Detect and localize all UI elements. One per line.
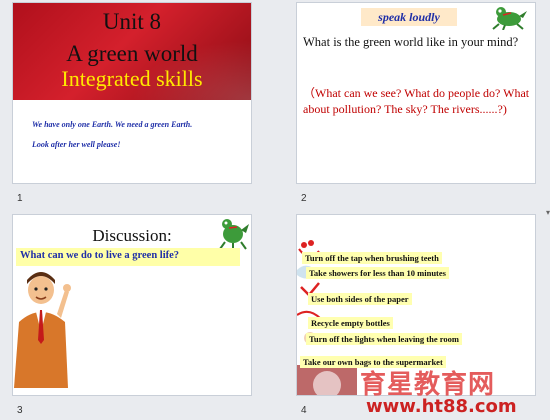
slide-number: 3 bbox=[17, 405, 23, 416]
slide-prompts: （What can we see? What do people do? Wha… bbox=[303, 86, 530, 116]
slide-header: speak loudly bbox=[361, 8, 457, 26]
slide-number: 4 bbox=[301, 405, 307, 416]
teacher-illustration bbox=[13, 270, 71, 395]
tip-item: Recycle empty bottles bbox=[308, 317, 393, 329]
tip-item: Use both sides of the paper bbox=[308, 293, 412, 305]
slide-question: What can we do to live a green life? bbox=[20, 250, 180, 261]
slide-number: 2 bbox=[301, 193, 307, 204]
watermark-url: www.ht88.com bbox=[366, 396, 517, 417]
slide-title-unit: Unit 8 bbox=[102, 9, 162, 34]
slide-thumbnail-2[interactable]: speak loudly What is the green world lik… bbox=[297, 3, 535, 183]
slide-text-line: Look after her well please! bbox=[32, 140, 121, 149]
slide-thumbnail-1[interactable]: Unit 8 A green world Integrated skills W… bbox=[13, 3, 251, 183]
slide-question: What is the green world like in your min… bbox=[303, 35, 519, 49]
column-marker: ▾ bbox=[546, 208, 550, 217]
tip-item: Turn off the lights when leaving the roo… bbox=[306, 333, 462, 345]
frog-mascot-icon bbox=[489, 4, 529, 34]
slide-title-topic: A green world bbox=[66, 41, 198, 66]
slide-subtitle: Integrated skills bbox=[61, 66, 203, 91]
slide-title: Discussion: bbox=[92, 226, 172, 245]
slide-text-line: We have only one Earth. We need a green … bbox=[32, 120, 193, 129]
watermark: 育星教育网 www.ht88.com bbox=[336, 362, 550, 420]
tip-item: Turn off the tap when brushing teeth bbox=[302, 252, 442, 264]
slide-number: 1 bbox=[17, 193, 23, 204]
slide-thumbnail-3[interactable]: Discussion: What can we do to live a gre… bbox=[13, 215, 251, 395]
tip-item: Take showers for less than 10 minutes bbox=[306, 267, 449, 279]
